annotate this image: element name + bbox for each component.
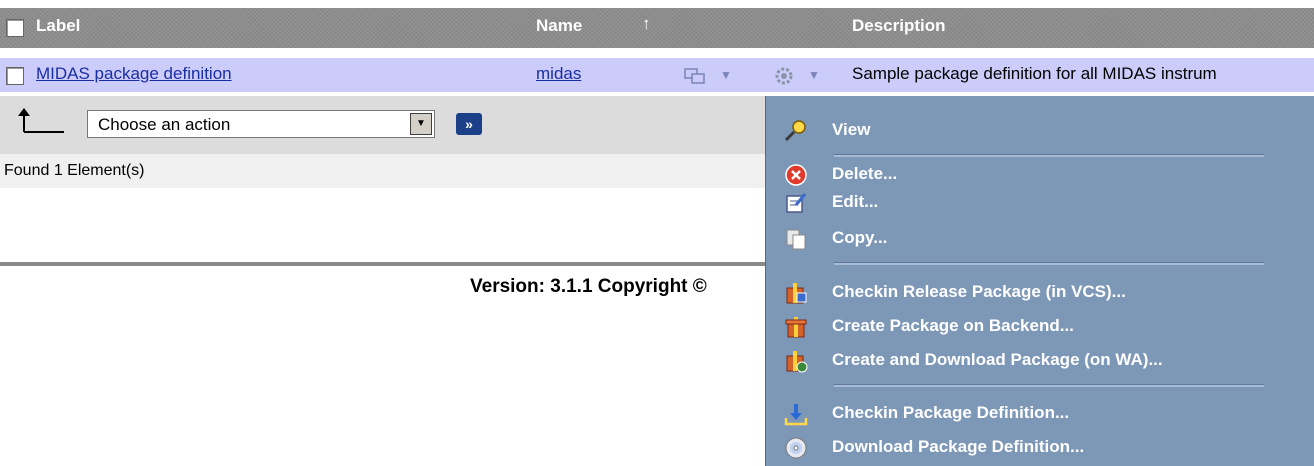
delete-icon [785, 164, 807, 186]
create-package-icon [785, 317, 807, 338]
magnifier-icon [784, 120, 806, 142]
chevron-down-icon[interactable]: ▼ [808, 68, 820, 82]
menu-item-checkin-definition[interactable]: Checkin Package Definition... [766, 397, 1314, 431]
row-name-link[interactable]: midas [536, 64, 581, 84]
create-download-package-icon [786, 351, 808, 373]
version-text: Version: 3.1.1 Copyright © [470, 276, 707, 297]
menu-item-label: Edit... [832, 192, 879, 211]
menu-item-view[interactable]: View [766, 114, 1314, 148]
menu-separator [834, 154, 1264, 157]
chevron-down-icon[interactable]: ▼ [720, 68, 732, 82]
menu-separator [834, 384, 1264, 387]
sort-ascending-icon[interactable]: ↑ [642, 14, 651, 34]
go-button[interactable]: » [456, 113, 482, 135]
menu-item-create-download-package[interactable]: Create and Download Package (on WA)... [766, 344, 1314, 378]
menu-item-label: Create and Download Package (on WA)... [832, 350, 1163, 369]
menu-item-label: Checkin Release Package (in VCS)... [832, 282, 1126, 301]
menu-item-label: Delete... [832, 164, 898, 183]
windows-icon[interactable] [684, 68, 706, 84]
edit-icon [786, 193, 807, 213]
gear-icon[interactable] [774, 66, 794, 86]
column-header-name[interactable]: Name [536, 16, 582, 36]
action-select[interactable]: Choose an action ▼ [87, 110, 435, 138]
download-definition-icon [785, 437, 807, 459]
row-label-link[interactable]: MIDAS package definition [36, 64, 232, 84]
copy-icon [786, 229, 806, 250]
menu-item-label: Download Package Definition... [832, 437, 1085, 456]
found-count: Found 1 Element(s) [4, 162, 145, 179]
action-select-value: Choose an action [98, 115, 231, 134]
menu-item-label: Copy... [832, 228, 888, 247]
menu-item-checkin-release[interactable]: Checkin Release Package (in VCS)... [766, 276, 1314, 310]
context-menu: View Delete... Edit... Copy... Checkin R… [765, 96, 1314, 466]
menu-item-label: Create Package on Backend... [832, 316, 1074, 335]
row-checkbox[interactable] [6, 67, 24, 85]
chevron-down-icon[interactable]: ▼ [410, 113, 432, 135]
menu-item-copy[interactable]: Copy... [766, 222, 1314, 256]
table-header: Label Name ↑ Description [0, 8, 1314, 48]
row-description: Sample package definition for all MIDAS … [852, 64, 1217, 83]
menu-separator [834, 262, 1264, 265]
column-header-label[interactable]: Label [36, 16, 80, 36]
menu-item-download-definition[interactable]: Download Package Definition... [766, 431, 1314, 465]
select-all-checkbox[interactable] [6, 19, 24, 37]
table-row: MIDAS package definition midas ▼ ▼ Sampl… [0, 58, 1314, 92]
checkin-definition-icon [784, 404, 808, 426]
checkin-release-icon [786, 283, 807, 304]
menu-item-label: View [832, 120, 871, 139]
menu-item-create-package[interactable]: Create Package on Backend... [766, 310, 1314, 344]
menu-item-edit[interactable]: Edit... [766, 186, 1314, 220]
up-arrow-icon [18, 108, 64, 133]
menu-item-label: Checkin Package Definition... [832, 403, 1070, 422]
column-header-description[interactable]: Description [852, 16, 946, 36]
